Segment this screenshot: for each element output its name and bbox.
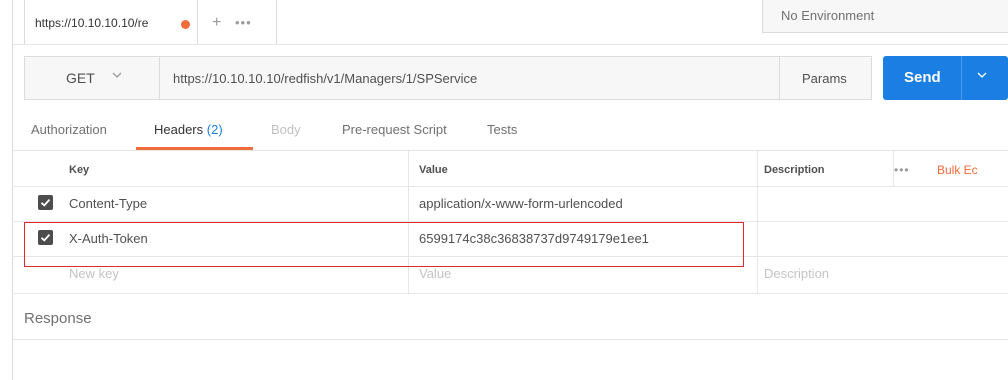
- header-value[interactable]: application/x-www-form-urlencoded: [419, 196, 623, 211]
- column-key: Key: [69, 164, 90, 176]
- header-key[interactable]: X-Auth-Token: [69, 231, 148, 246]
- environment-label: No Environment: [781, 8, 875, 23]
- tab-authorization[interactable]: Authorization: [31, 122, 107, 137]
- column-divider: [408, 222, 409, 256]
- tab-bar: https://10.10.10.10/re + •••: [24, 0, 277, 44]
- new-key-input[interactable]: New key: [69, 266, 119, 281]
- column-divider: [757, 257, 758, 293]
- chevron-down-icon: [111, 69, 123, 84]
- tab-headers-label: Headers: [154, 122, 204, 137]
- method-dropdown[interactable]: GET: [25, 57, 160, 99]
- column-description: Description: [764, 164, 825, 176]
- column-divider: [408, 257, 409, 293]
- request-tabs: Authorization Headers (2) Body Pre-reque…: [12, 110, 1008, 150]
- send-divider: [961, 56, 962, 100]
- check-icon: [40, 233, 51, 242]
- row-checkbox[interactable]: [38, 195, 53, 210]
- request-tab[interactable]: https://10.10.10.10/re: [25, 0, 198, 44]
- response-section: Response: [12, 293, 1008, 340]
- tab-headers[interactable]: Headers (2): [154, 122, 223, 137]
- send-label: Send: [904, 69, 941, 86]
- headers-table-header: Key Value Description ••• Bulk Ec: [12, 151, 1008, 187]
- tab-body[interactable]: Body: [271, 122, 301, 137]
- url-input[interactable]: https://10.10.10.10/redfish/v1/Managers/…: [173, 71, 477, 86]
- column-divider: [408, 187, 409, 221]
- unsaved-dot-icon: [181, 20, 190, 29]
- headers-count: (2): [206, 122, 223, 137]
- environment-selector[interactable]: No Environment: [762, 0, 1008, 33]
- column-divider: [757, 187, 758, 221]
- method-label: GET: [66, 70, 95, 86]
- column-divider: [757, 151, 758, 186]
- check-icon: [40, 198, 51, 207]
- bulk-edit-button[interactable]: Bulk Ec: [937, 163, 978, 177]
- column-divider: [408, 151, 409, 186]
- response-label: Response: [24, 310, 92, 327]
- more-tabs-button[interactable]: •••: [235, 15, 252, 30]
- column-value: Value: [419, 164, 448, 176]
- send-options-chevron-down-icon[interactable]: [976, 69, 988, 84]
- tab-tests[interactable]: Tests: [487, 122, 517, 137]
- params-label: Params: [802, 71, 847, 86]
- header-value[interactable]: 6599174c38c36838737d9749179e1ee1: [419, 231, 649, 246]
- column-divider: [757, 222, 758, 256]
- row-checkbox[interactable]: [38, 230, 53, 245]
- header-key[interactable]: Content-Type: [69, 196, 147, 211]
- tab-divider: [12, 44, 1008, 45]
- tab-title: https://10.10.10.10/re: [35, 16, 149, 30]
- send-button[interactable]: Send: [883, 56, 1008, 100]
- tab-pre-request-script[interactable]: Pre-request Script: [342, 122, 447, 137]
- url-bar: GET https://10.10.10.10/redfish/v1/Manag…: [24, 56, 872, 100]
- new-tab-button[interactable]: +: [212, 14, 221, 32]
- params-button[interactable]: Params: [779, 57, 873, 99]
- table-more-button[interactable]: •••: [894, 163, 910, 177]
- new-value-input[interactable]: Value: [419, 266, 451, 281]
- new-description-input[interactable]: Description: [764, 266, 829, 281]
- new-header-row: New key Value Description: [12, 257, 1008, 293]
- table-row: X-Auth-Token 6599174c38c36838737d9749179…: [12, 222, 1008, 257]
- table-row: Content-Type application/x-www-form-urle…: [12, 187, 1008, 222]
